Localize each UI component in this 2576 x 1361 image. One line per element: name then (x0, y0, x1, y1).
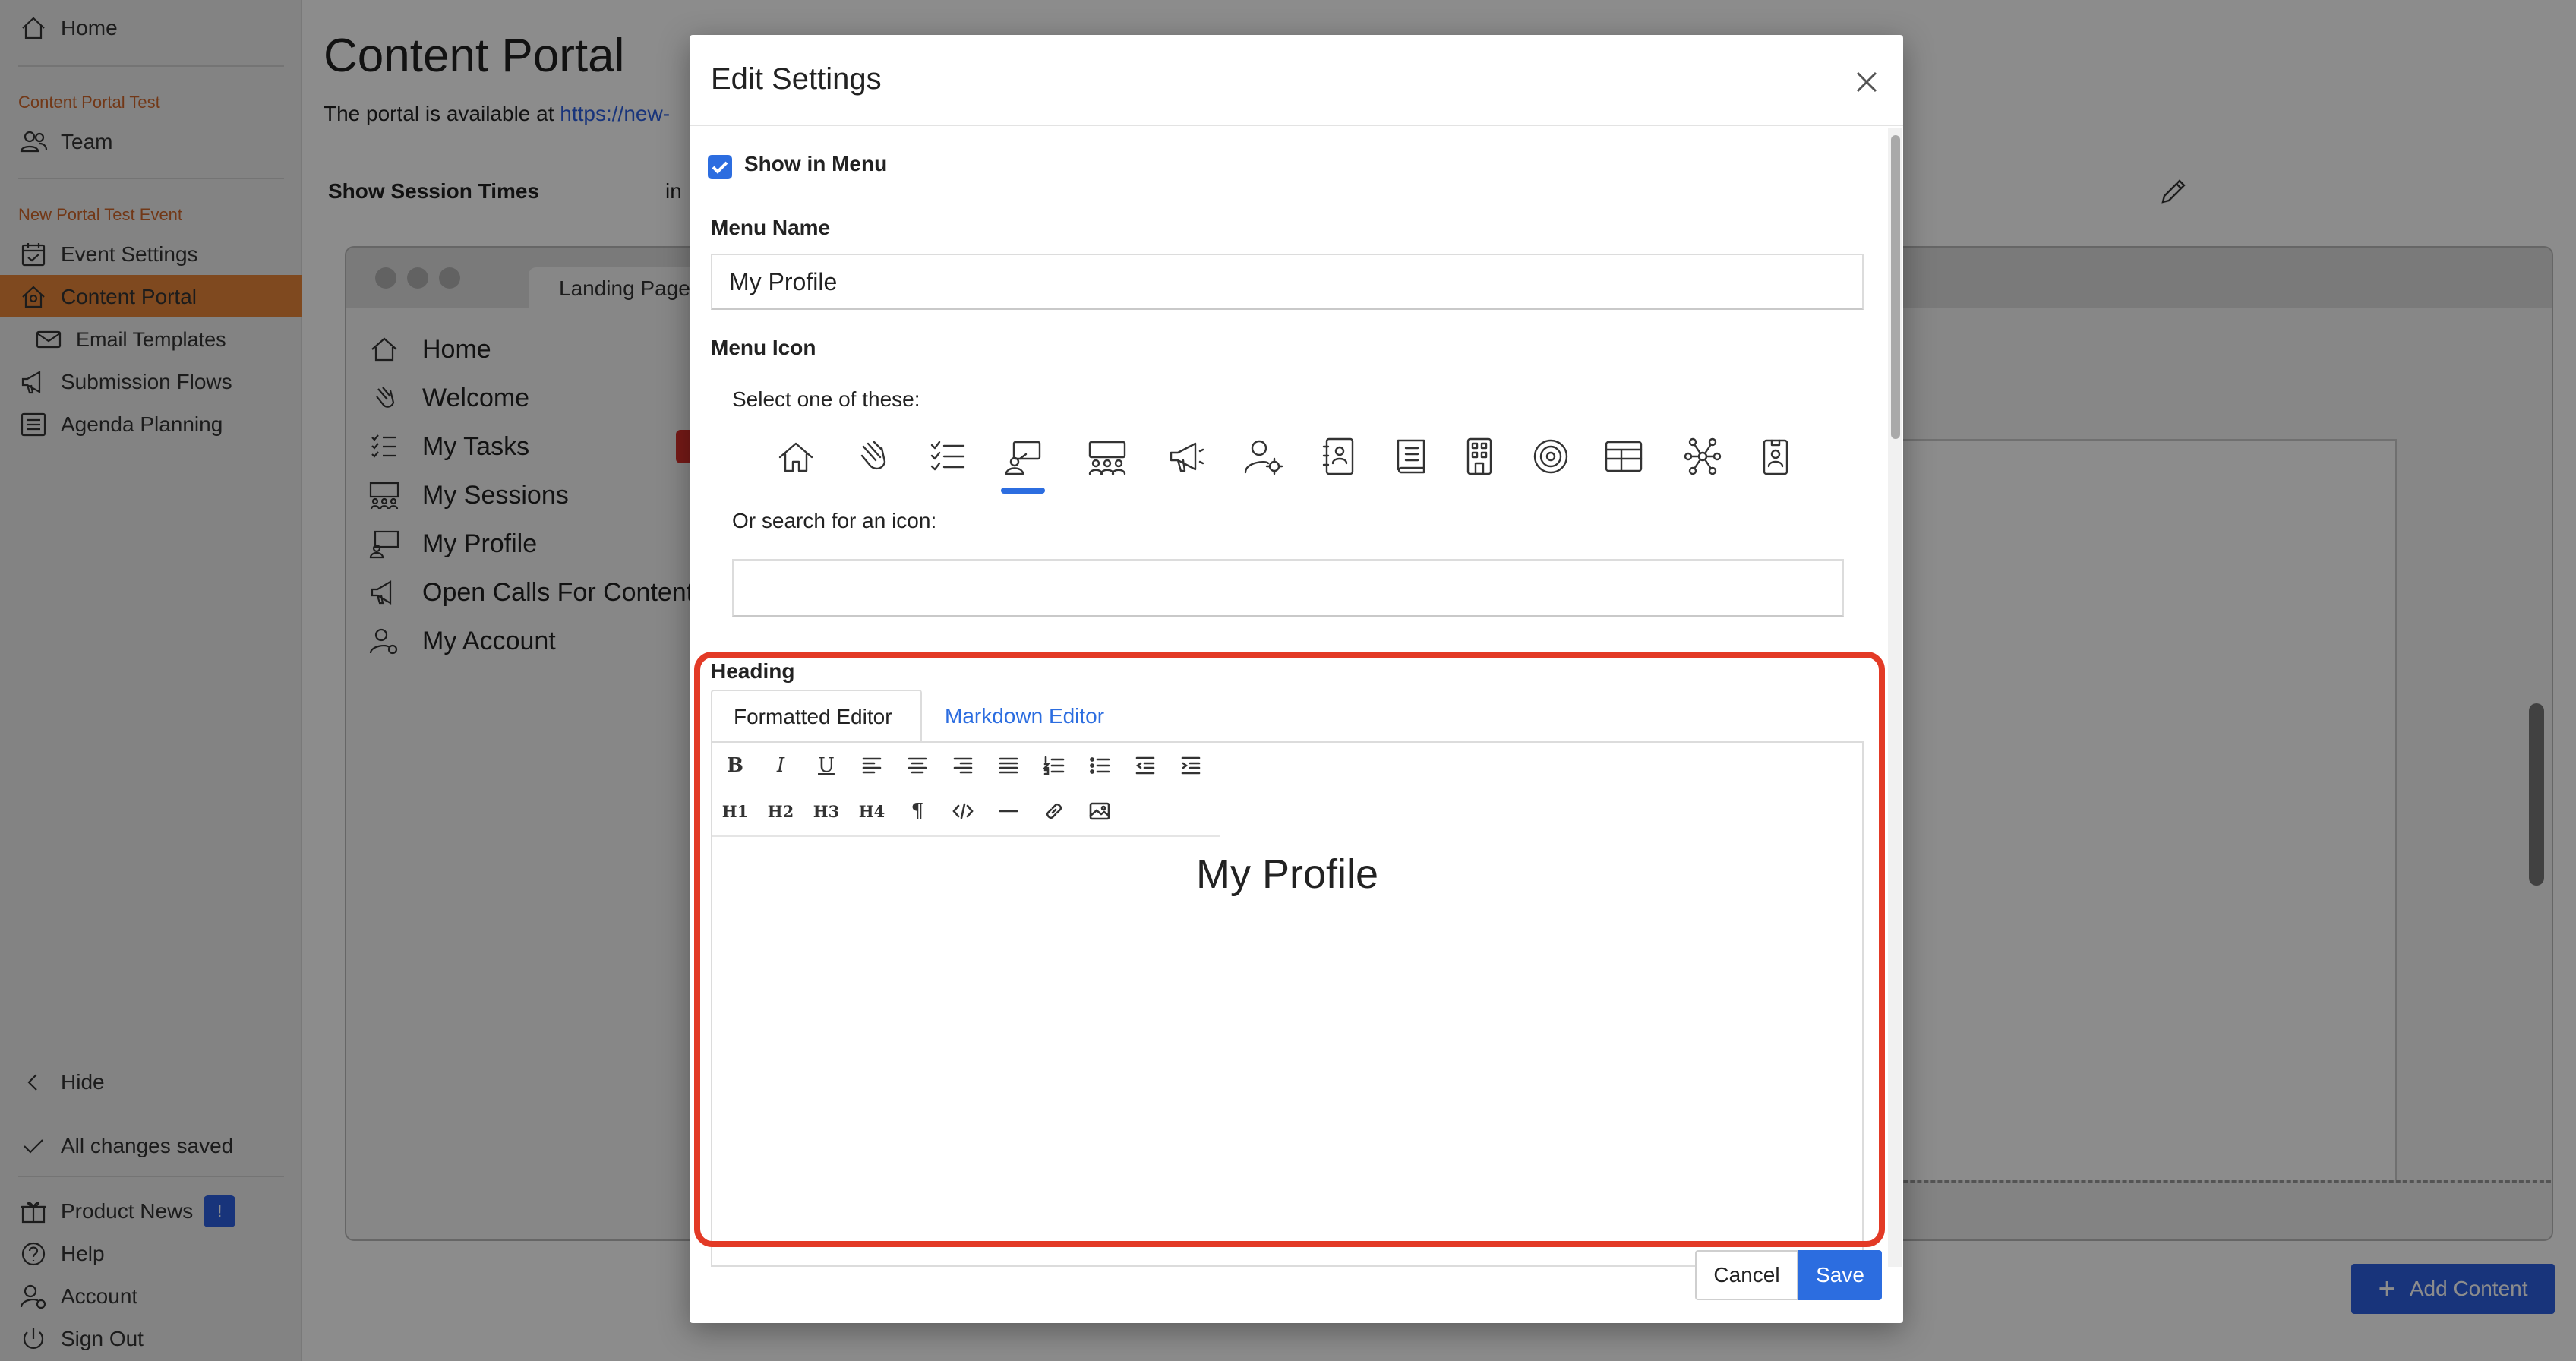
megaphone-icon (1170, 442, 1204, 472)
link-icon (1046, 803, 1062, 819)
italic-button[interactable]: I (764, 749, 797, 782)
horizontal-rule-button[interactable] (992, 794, 1025, 828)
cancel-button[interactable]: Cancel (1695, 1250, 1798, 1300)
underline-icon: U (818, 754, 835, 777)
align-left-icon (862, 757, 882, 774)
home-icon (778, 442, 813, 472)
show-in-menu-label[interactable]: Show in Menu (744, 152, 887, 176)
wave-hand-icon (860, 441, 886, 470)
icon-search-label: Or search for an icon: (732, 509, 937, 532)
modal-title: Edit Settings (711, 62, 882, 96)
user-gear-icon (1244, 440, 1283, 475)
icon-picker (772, 436, 1789, 497)
icon-option-contact-book[interactable] (1315, 436, 1364, 497)
tab-formatted-editor[interactable]: Formatted Editor (711, 690, 922, 743)
underline-button[interactable]: U (810, 749, 843, 782)
book-icon (1397, 439, 1425, 474)
paragraph-icon: ¶ (911, 800, 924, 823)
icon-search-input[interactable] (732, 559, 1844, 617)
bullet-list-button[interactable] (1083, 749, 1116, 782)
image-button[interactable] (1083, 794, 1116, 828)
align-left-button[interactable] (855, 749, 889, 782)
select-icon-label: Select one of these: (732, 387, 920, 411)
icon-option-network[interactable] (1678, 436, 1727, 497)
icon-option-target[interactable] (1526, 436, 1575, 497)
icon-option-home[interactable] (772, 436, 820, 497)
h4-button[interactable]: H4 (855, 794, 889, 828)
show-in-menu-checkbox[interactable] (708, 155, 732, 179)
target-icon (1533, 439, 1568, 474)
icon-option-megaphone[interactable] (1163, 436, 1211, 497)
badge-icon (1763, 439, 1788, 475)
ordered-list-button[interactable] (1037, 749, 1071, 782)
h3-button[interactable]: H3 (810, 794, 843, 828)
icon-option-user-gear[interactable] (1239, 436, 1287, 497)
icon-option-wave-hand[interactable] (848, 436, 896, 497)
bullet-list-icon (1090, 757, 1110, 774)
icon-option-table[interactable] (1599, 436, 1648, 497)
code-icon (952, 803, 974, 819)
icon-option-profile-presenter[interactable] (999, 436, 1048, 497)
heading-label: Heading (711, 659, 795, 683)
edit-settings-modal: Edit Settings Show in Menu Menu Name Men… (690, 35, 1903, 1323)
building-icon (1466, 437, 1492, 475)
editor-toolbar: B I U H1 H2 H3 H4 ¶ (712, 743, 1220, 837)
align-center-icon (908, 757, 927, 774)
menu-name-label: Menu Name (711, 216, 831, 239)
ordered-list-icon (1043, 756, 1065, 775)
align-right-icon (953, 757, 973, 774)
rich-text-editor[interactable]: B I U H1 H2 H3 H4 ¶ My Profile (711, 741, 1864, 1267)
indent-icon (1181, 756, 1201, 775)
code-button[interactable] (946, 794, 980, 828)
table-icon (1605, 441, 1643, 472)
menu-icon-label: Menu Icon (711, 336, 816, 359)
align-right-button[interactable] (946, 749, 980, 782)
close-icon[interactable] (1852, 67, 1882, 97)
indent-button[interactable] (1174, 749, 1208, 782)
save-button[interactable]: Save (1798, 1250, 1882, 1300)
modal-header: Edit Settings (690, 35, 1903, 126)
icon-option-group[interactable] (1083, 436, 1132, 497)
checkmark-icon (712, 161, 728, 174)
icon-option-building[interactable] (1455, 436, 1504, 497)
outdent-button[interactable] (1129, 749, 1162, 782)
h1-button[interactable]: H1 (718, 794, 752, 828)
horizontal-rule-icon (999, 810, 1018, 813)
modal-scrollbar[interactable] (1888, 128, 1902, 1267)
checklist-icon (930, 441, 965, 471)
group-icon (1088, 441, 1126, 475)
image-icon (1089, 802, 1110, 820)
icon-option-book[interactable] (1387, 436, 1435, 497)
italic-icon: I (776, 754, 785, 777)
h2-button[interactable]: H2 (764, 794, 797, 828)
modal-scrollbar-thumb[interactable] (1891, 135, 1900, 439)
bold-icon: B (727, 754, 743, 777)
link-button[interactable] (1037, 794, 1071, 828)
align-center-button[interactable] (901, 749, 934, 782)
menu-name-input[interactable] (711, 254, 1864, 310)
profile-presenter-icon (1005, 441, 1041, 475)
network-icon (1684, 437, 1722, 475)
icon-option-checklist[interactable] (923, 436, 972, 497)
paragraph-button[interactable]: ¶ (901, 794, 934, 828)
outdent-icon (1135, 756, 1155, 775)
bold-button[interactable]: B (718, 749, 752, 782)
editor-heading-text[interactable]: My Profile (712, 851, 1862, 898)
icon-option-badge[interactable] (1751, 436, 1800, 497)
contact-book-icon (1322, 437, 1354, 475)
tab-markdown-editor[interactable]: Markdown Editor (945, 690, 1104, 743)
justify-button[interactable] (992, 749, 1025, 782)
justify-icon (999, 757, 1018, 774)
